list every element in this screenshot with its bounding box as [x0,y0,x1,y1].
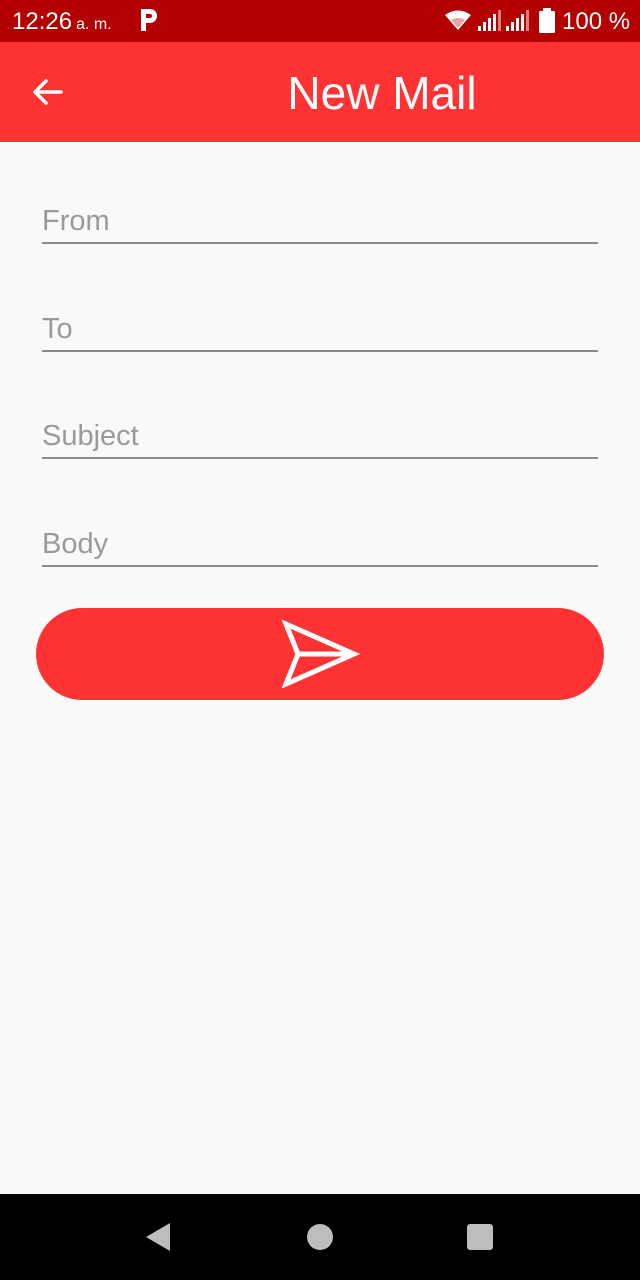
app-bar: New Mail [0,42,640,142]
from-field[interactable] [42,194,598,242]
status-time: 12:26 a. m. [12,8,112,36]
wifi-icon [445,10,471,30]
status-time-value: 12:26 [12,8,73,35]
send-button[interactable] [36,608,604,700]
nav-back-icon[interactable] [144,1221,174,1253]
nav-recents-icon[interactable] [467,1224,493,1250]
battery-percent: 100 % [562,8,631,35]
p-icon [141,9,157,31]
nav-home-icon[interactable] [307,1224,333,1250]
system-nav-bar [0,1194,640,1280]
from-field-container [42,194,598,244]
status-time-ampm: a. m. [76,16,112,33]
subject-field-container [42,409,598,459]
to-field[interactable] [42,302,598,350]
subject-field[interactable] [42,409,598,457]
signal-icon [506,10,529,31]
status-bar: 12:26 a. m. 100 % [0,0,640,42]
body-field[interactable] [42,517,598,565]
page-title: New Mail [287,67,477,119]
signal-icon [478,10,501,31]
to-field-container [42,302,598,352]
body-field-container [42,517,598,567]
battery-icon [539,8,555,33]
send-icon [281,620,360,688]
